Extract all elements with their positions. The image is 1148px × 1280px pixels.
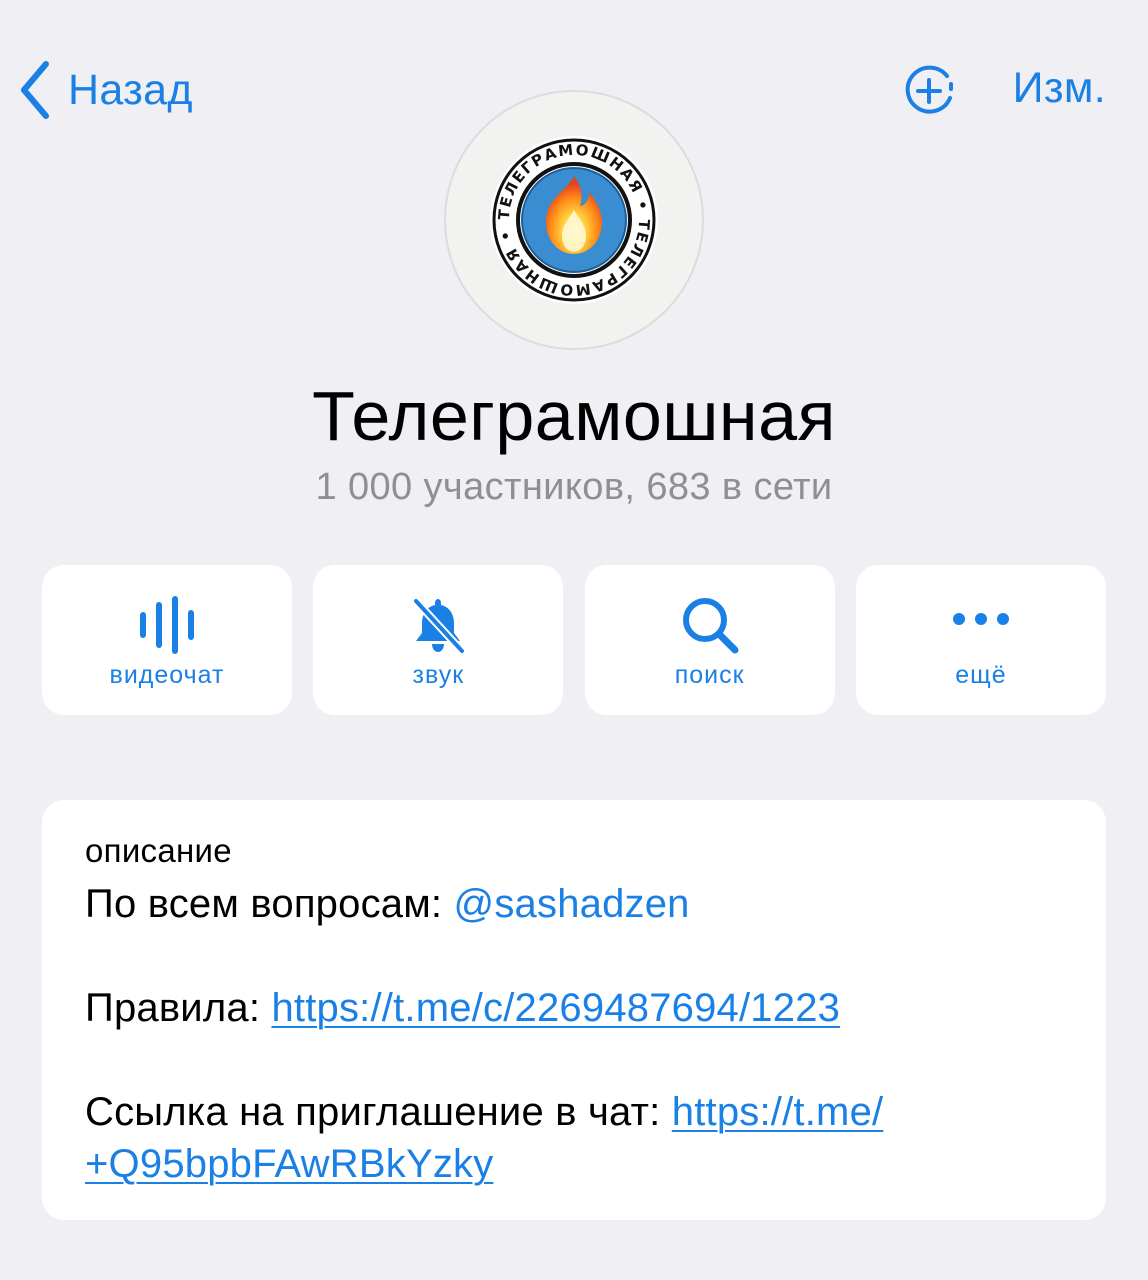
invite-link-part2[interactable]: +Q95bpbFAwRBkYzky (85, 1142, 493, 1186)
description-heading: описание (85, 832, 232, 869)
description-questions-line: По всем вопросам: @sashadzen (85, 882, 690, 927)
edit-button[interactable]: Изм. (1013, 64, 1106, 113)
rules-label: Правила: (85, 986, 272, 1030)
invite-label: Ссылка на приглашение в чат: (85, 1090, 672, 1134)
bell-muted-icon (408, 595, 468, 655)
description-invite-line: Ссылка на приглашение в чат: https://t.m… (85, 1090, 883, 1135)
contact-mention-link[interactable]: @sashadzen (454, 882, 690, 926)
search-icon (680, 595, 740, 655)
more-button[interactable]: ещё (855, 565, 1106, 715)
group-info-screen: Назад Изм. ТЕЛЕГРАМОШНАЯ • ТЕЛЕГРАМОШНАЯ… (0, 0, 1148, 1280)
video-chat-button[interactable]: видеочат (42, 565, 292, 715)
invite-link-part1[interactable]: https://t.me/ (672, 1090, 884, 1134)
video-chat-label: видеочат (109, 661, 225, 689)
video-chat-icon (137, 595, 197, 655)
description-invite-line-cont: +Q95bpbFAwRBkYzky (85, 1142, 493, 1187)
group-title: Телеграмошная (312, 377, 836, 455)
more-icon (951, 595, 1011, 655)
chevron-left-icon (18, 60, 52, 120)
description-card: описание По всем вопросам: @sashadzen Пр… (42, 800, 1106, 1220)
group-avatar[interactable]: ТЕЛЕГРАМОШНАЯ • ТЕЛЕГРАМОШНАЯ • (444, 90, 704, 350)
sound-button[interactable]: звук (313, 565, 564, 715)
group-member-count: 1 000 участников, 683 в сети (315, 466, 833, 508)
search-label: поиск (674, 661, 745, 689)
add-circle-icon (900, 65, 958, 124)
back-label: Назад (68, 65, 193, 114)
action-bar: видеочат звук поиск ещё (42, 565, 1106, 715)
rules-link[interactable]: https://t.me/c/2269487694/1223 (271, 986, 840, 1030)
more-label: ещё (955, 661, 1007, 689)
back-button[interactable]: Назад (18, 58, 193, 122)
sound-label: звук (412, 661, 465, 689)
description-rules-line: Правила: https://t.me/c/2269487694/1223 (85, 986, 840, 1031)
questions-label: По всем вопросам: (85, 882, 454, 926)
search-button[interactable]: поиск (584, 565, 835, 715)
add-member-button[interactable] (900, 62, 958, 120)
